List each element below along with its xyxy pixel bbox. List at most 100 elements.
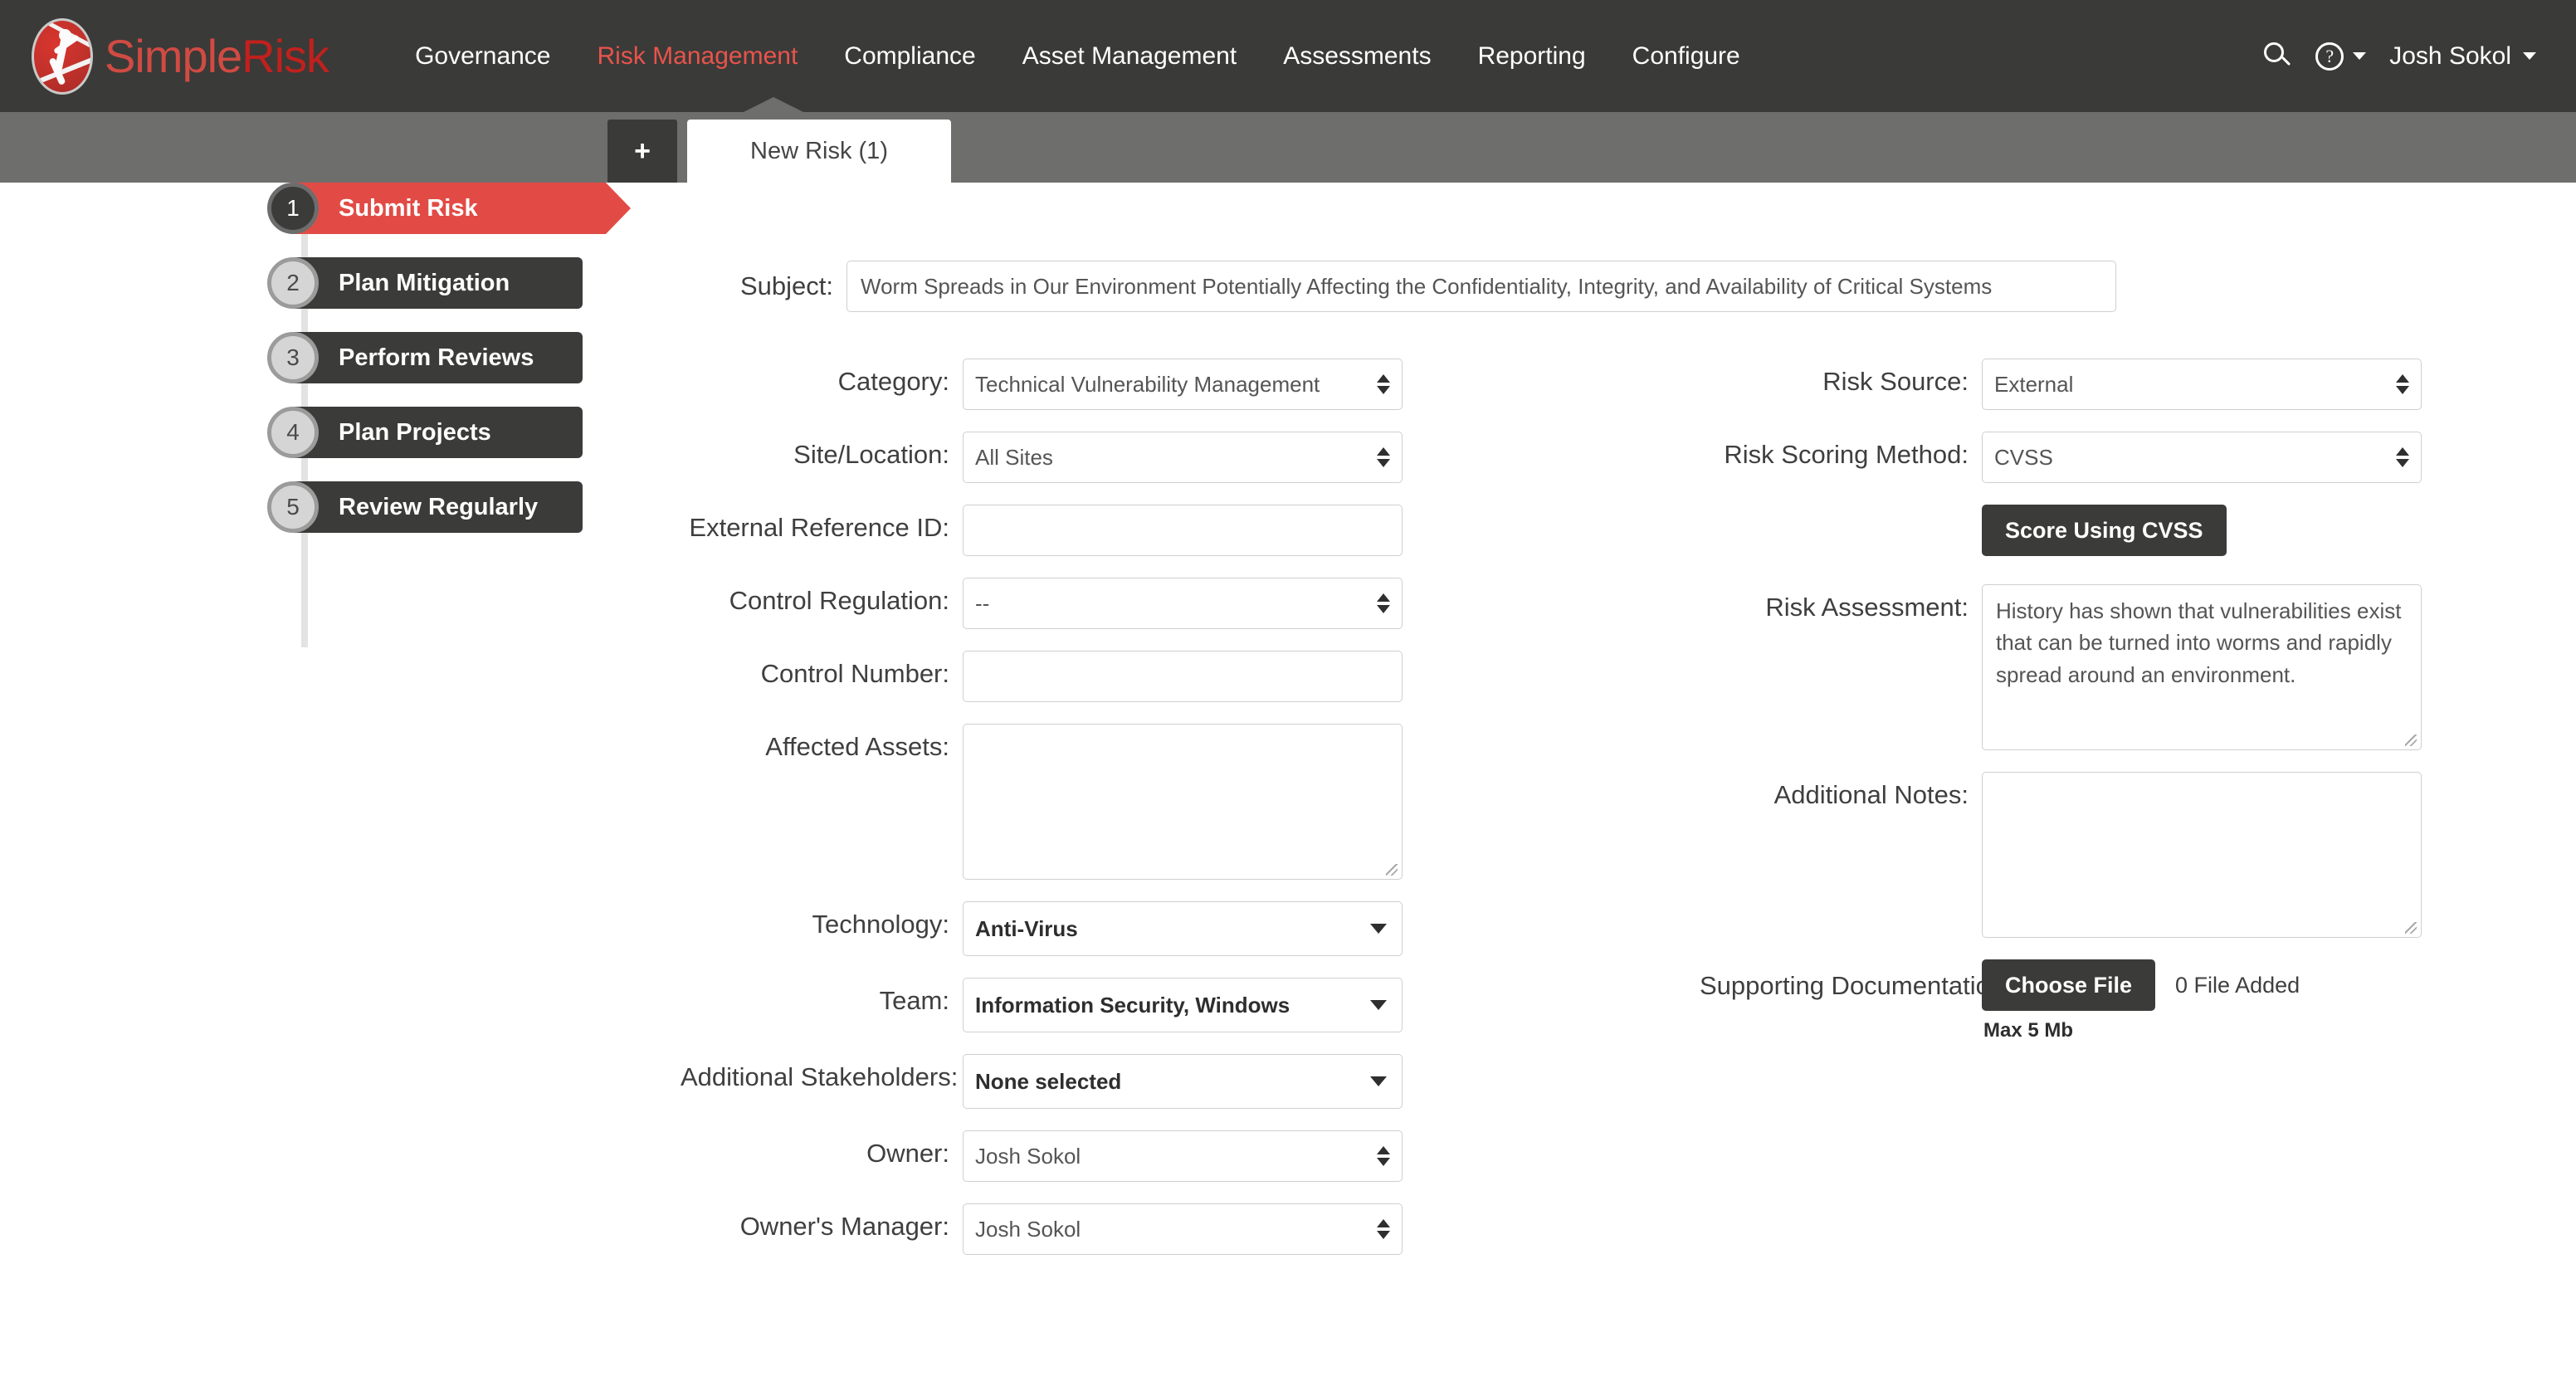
additional-notes-label: Additional Notes: <box>1773 780 1969 809</box>
owner-value: Josh Sokol <box>975 1143 1081 1169</box>
owner-select[interactable]: Josh Sokol <box>963 1130 1403 1182</box>
site-location-select[interactable]: All Sites <box>963 432 1403 483</box>
nav-item-governance[interactable]: Governance <box>392 42 573 71</box>
control-regulation-select[interactable]: -- <box>963 578 1403 629</box>
select-arrows-icon <box>1377 1219 1390 1239</box>
technology-value: Anti-Virus <box>975 915 1078 941</box>
brand-wordmark: SimpleRisk <box>105 29 329 83</box>
risk-source-select[interactable]: External <box>1982 359 2422 410</box>
step-label: Review Regularly <box>339 493 539 520</box>
subject-label: Subject: <box>739 271 833 300</box>
tab-new-risk[interactable]: New Risk (1) <box>687 120 951 183</box>
brand-logo-link[interactable]: SimpleRisk <box>32 17 329 95</box>
step-item-plan-mitigation[interactable]: 2 Plan Mitigation <box>267 257 624 309</box>
risk-source-value: External <box>1994 371 2074 397</box>
chevron-down-icon <box>2353 52 2367 60</box>
form-columns: Category: Technical Vulnerability Manage… <box>681 359 2559 1276</box>
nav-item-asset-management[interactable]: Asset Management <box>999 42 1260 71</box>
chevron-down-icon <box>2523 52 2536 60</box>
form-column-left: Category: Technical Vulnerability Manage… <box>681 359 1427 1276</box>
team-label: Team: <box>879 986 949 1015</box>
subject-input[interactable]: Worm Spreads in Our Environment Potentia… <box>846 261 2116 312</box>
step-label: Perform Reviews <box>339 344 534 371</box>
simplerisk-logo-icon <box>32 17 93 95</box>
owner-label: Owner: <box>866 1139 949 1168</box>
field-owner: Owner: Josh Sokol <box>681 1130 1427 1182</box>
select-arrows-icon <box>2396 447 2409 467</box>
team-dropdown[interactable]: Information Security, Windows <box>963 978 1403 1032</box>
field-risk-assessment: Risk Assessment: History has shown that … <box>1700 584 2447 750</box>
control-number-label: Control Number: <box>760 659 949 688</box>
step-label: Plan Mitigation <box>339 269 510 296</box>
nav-item-assessments[interactable]: Assessments <box>1260 42 1454 71</box>
field-control-regulation: Control Regulation: -- <box>681 578 1427 629</box>
score-button-spacer <box>1700 505 1982 513</box>
chevron-down-icon <box>1370 1000 1387 1010</box>
step-label: Plan Projects <box>339 418 491 446</box>
external-reference-id-label: External Reference ID: <box>689 513 949 542</box>
risk-assessment-textarea[interactable]: History has shown that vulnerabilities e… <box>1982 584 2422 750</box>
technology-dropdown[interactable]: Anti-Virus <box>963 901 1403 956</box>
select-arrows-icon <box>1377 447 1390 467</box>
additional-stakeholders-value: None selected <box>975 1068 1122 1094</box>
owners-manager-select[interactable]: Josh Sokol <box>963 1203 1403 1255</box>
control-regulation-value: -- <box>975 590 990 616</box>
risk-workflow-steps: 1 Submit Risk 2 Plan Mitigation 3 Perfor… <box>267 183 631 647</box>
nav-item-compliance[interactable]: Compliance <box>821 42 998 71</box>
supporting-documentation-label: Supporting Documentation <box>1700 971 2005 1000</box>
subject-row: Subject: Worm Spreads in Our Environment… <box>681 183 2559 312</box>
step-item-perform-reviews[interactable]: 3 Perform Reviews <box>267 332 624 383</box>
step-item-review-regularly[interactable]: 5 Review Regularly <box>267 481 624 533</box>
additional-notes-textarea[interactable] <box>1982 772 2422 938</box>
field-team: Team: Information Security, Windows <box>681 978 1427 1032</box>
field-technology: Technology: Anti-Virus <box>681 901 1427 956</box>
risk-tab-bar: + New Risk (1) <box>0 97 2576 183</box>
step-item-plan-projects[interactable]: 4 Plan Projects <box>267 407 624 458</box>
additional-stakeholders-label: Additional Stakeholders: <box>681 1062 959 1091</box>
brand-text-simple: Simple <box>105 30 242 82</box>
step-number: 5 <box>267 481 319 533</box>
risk-scoring-method-value: CVSS <box>1994 444 2053 470</box>
field-risk-scoring-method: Risk Scoring Method: CVSS <box>1700 432 2447 483</box>
step-label: Submit Risk <box>339 194 478 222</box>
step-number: 3 <box>267 332 319 383</box>
add-tab-button[interactable]: + <box>607 120 677 183</box>
field-additional-stakeholders: Additional Stakeholders: None selected <box>681 1054 1427 1109</box>
top-right-actions: ? Josh Sokol <box>2264 41 2544 71</box>
user-name-label: Josh Sokol <box>2389 41 2511 70</box>
max-file-size-label: Max 5 Mb <box>1983 1019 2074 1042</box>
field-affected-assets: Affected Assets: <box>681 724 1427 880</box>
additional-stakeholders-dropdown[interactable]: None selected <box>963 1054 1403 1109</box>
control-number-input[interactable] <box>963 651 1403 702</box>
nav-item-configure[interactable]: Configure <box>1609 42 1764 71</box>
score-using-cvss-button[interactable]: Score Using CVSS <box>1982 505 2227 556</box>
active-nav-pointer-icon <box>744 97 803 112</box>
affected-assets-textarea[interactable] <box>963 724 1403 880</box>
risk-assessment-label: Risk Assessment: <box>1765 593 1969 622</box>
chevron-down-icon <box>1370 924 1387 934</box>
help-menu[interactable]: ? <box>2315 41 2367 71</box>
category-select[interactable]: Technical Vulnerability Management <box>963 359 1403 410</box>
step-number: 4 <box>267 407 319 458</box>
step-item-submit-risk[interactable]: 1 Submit Risk <box>267 183 631 234</box>
main-nav: Governance Risk Management Compliance As… <box>392 42 2264 71</box>
site-location-value: All Sites <box>975 444 1053 470</box>
row-score-using-cvss: Score Using CVSS <box>1700 505 2447 556</box>
step-number: 1 <box>267 183 319 234</box>
nav-item-reporting[interactable]: Reporting <box>1455 42 1609 71</box>
select-arrows-icon <box>2396 374 2409 394</box>
field-owners-manager: Owner's Manager: Josh Sokol <box>681 1203 1427 1255</box>
technology-label: Technology: <box>812 910 949 939</box>
field-external-reference-id: External Reference ID: <box>681 505 1427 556</box>
external-reference-id-input[interactable] <box>963 505 1403 556</box>
chevron-down-icon <box>1370 1076 1387 1086</box>
form-column-right: Risk Source: External Risk Scoring Metho… <box>1700 359 2447 1276</box>
field-additional-notes: Additional Notes: <box>1700 772 2447 938</box>
user-menu[interactable]: Josh Sokol <box>2389 42 2536 71</box>
risk-scoring-method-select[interactable]: CVSS <box>1982 432 2422 483</box>
nav-item-risk-management[interactable]: Risk Management <box>574 42 822 71</box>
help-circle-icon: ? <box>2315 41 2344 71</box>
choose-file-button[interactable]: Choose File <box>1982 959 2156 1011</box>
page-body: 1 Submit Risk 2 Plan Mitigation 3 Perfor… <box>0 183 2576 1381</box>
search-icon[interactable] <box>2264 41 2292 71</box>
